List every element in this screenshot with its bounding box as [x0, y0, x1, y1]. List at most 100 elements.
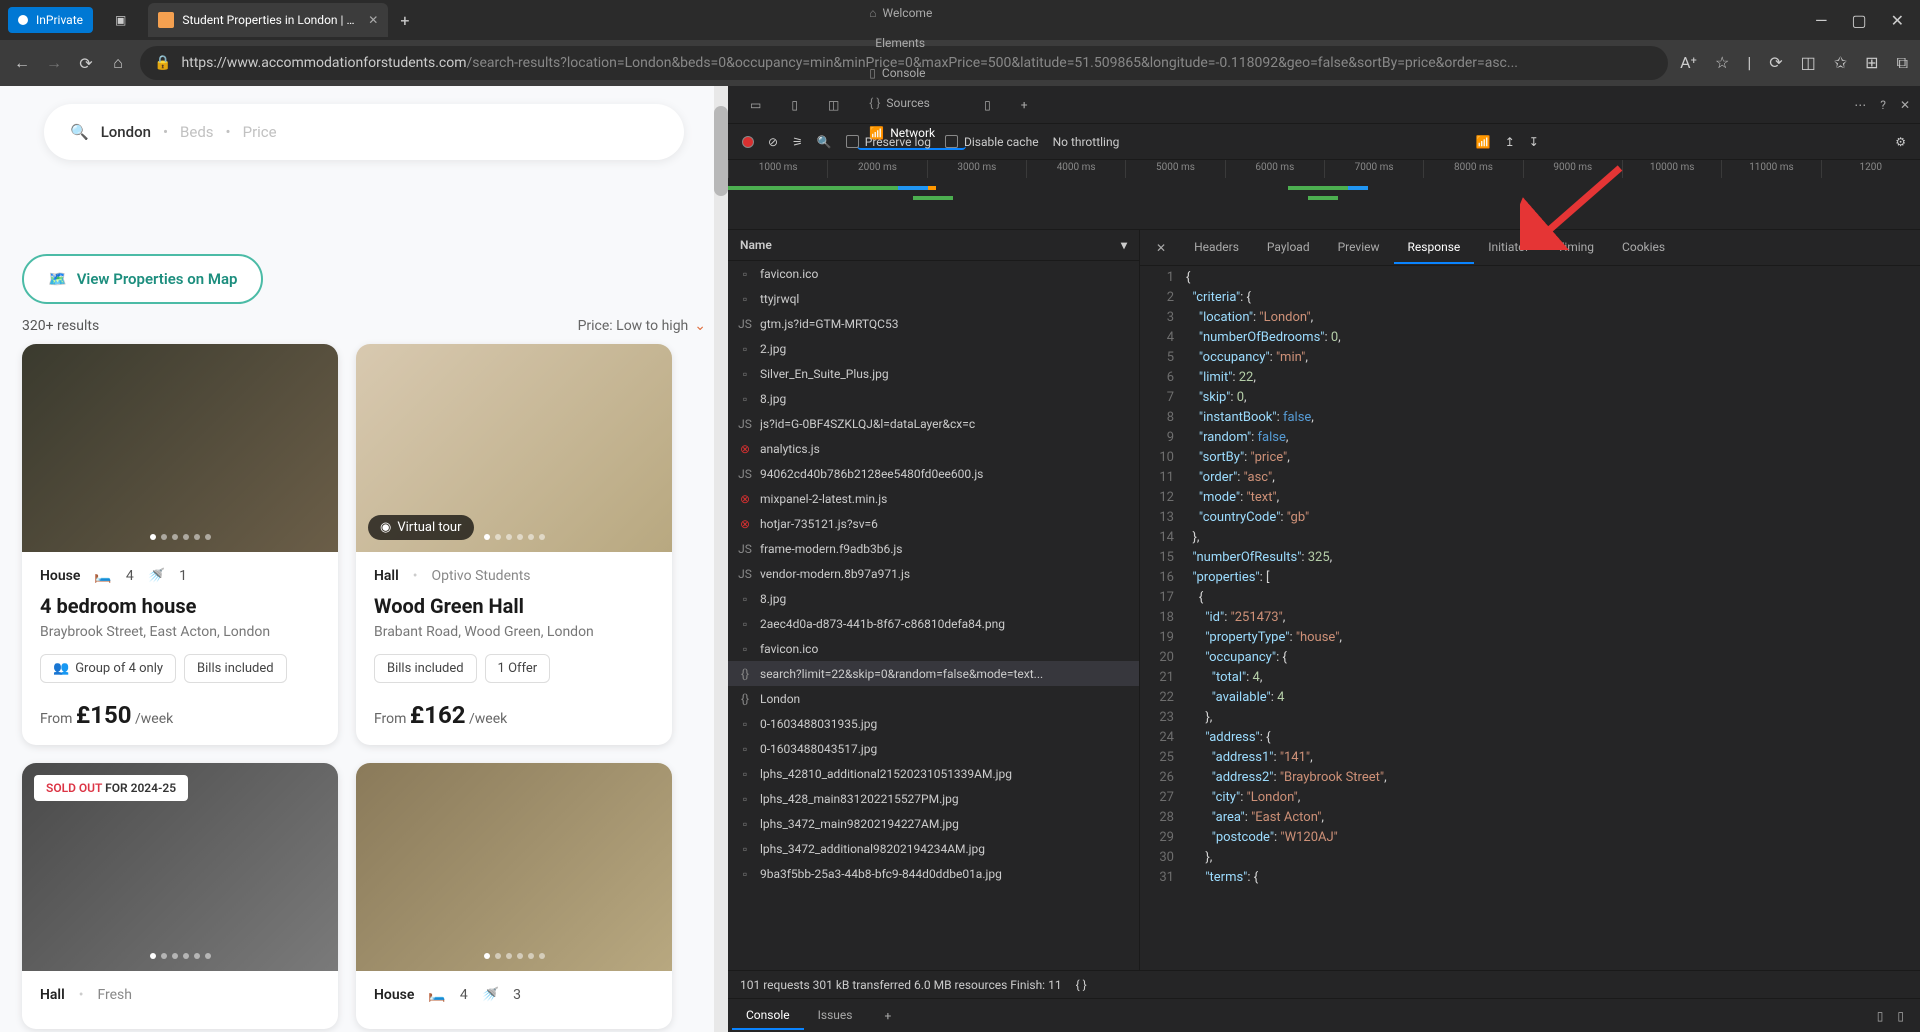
filter-icon[interactable]: ⚞ [792, 135, 803, 149]
request-row[interactable]: JS94062cd40b786b2128ee5480fd0ee600.js [728, 461, 1139, 486]
request-row[interactable]: JSframe-modern.f9adb3b6.js [728, 536, 1139, 561]
network-timeline[interactable]: 1000 ms2000 ms3000 ms4000 ms5000 ms6000 … [728, 160, 1920, 230]
request-row[interactable]: ▫lphs_42810_additional21520231051339AM.j… [728, 761, 1139, 786]
request-row[interactable]: JSgtm.js?id=GTM-MRTQC53 [728, 311, 1139, 336]
inprivate-badge[interactable]: InPrivate [8, 7, 93, 33]
record-button[interactable] [742, 136, 754, 148]
throttling-dropdown[interactable]: No throttling [1053, 135, 1120, 149]
devtools-tab-elements[interactable]: Elements [857, 28, 966, 58]
clear-button[interactable]: ⊘ [768, 135, 778, 149]
request-row[interactable]: ▫favicon.ico [728, 261, 1139, 286]
property-card[interactable]: House 🛏️4 🚿1 4 bedroom house Braybrook S… [22, 344, 338, 745]
request-row[interactable]: {}London [728, 686, 1139, 711]
browser-tab-active[interactable]: Student Properties in London | Ac ✕ [148, 3, 388, 37]
request-row[interactable]: {}search?limit=22&skip=0&random=false&mo… [728, 661, 1139, 686]
favorites-icon[interactable]: ✩ [1834, 53, 1847, 73]
extensions-icon[interactable]: ⧉ [1897, 53, 1908, 73]
search-icon[interactable]: 🔍 [817, 135, 832, 149]
drawer-icon-1[interactable]: ▯ [1877, 1009, 1884, 1023]
add-tab-icon[interactable]: + [1009, 90, 1040, 120]
devtools-tabbar: ▭ ▯ ◫ ⌂ Welcome Elements▯ Console{ } Sou… [728, 86, 1920, 124]
collections-icon[interactable]: ⊞ [1865, 53, 1878, 73]
view-map-button[interactable]: 🗺️ View Properties on Map [22, 254, 263, 304]
disable-cache-checkbox[interactable]: Disable cache [945, 135, 1039, 149]
request-row[interactable]: ▫0-1603488031935.jpg [728, 711, 1139, 736]
devtools-tab-console[interactable]: ▯ Console [857, 58, 966, 88]
request-row[interactable]: ▫lphs_3472_additional98202194234AM.jpg [728, 836, 1139, 861]
wifi-icon[interactable]: 📶 [1476, 135, 1491, 149]
request-row[interactable]: ▫Silver_En_Suite_Plus.jpg [728, 361, 1139, 386]
read-aloud-icon[interactable]: A⁺ [1680, 53, 1697, 73]
property-photo[interactable]: SOLD OUT FOR 2024-25 [22, 763, 338, 971]
detail-tab-timing[interactable]: Timing [1543, 232, 1608, 264]
settings-gear-icon[interactable]: ⚙ [1895, 135, 1906, 149]
page-scrollbar[interactable] [714, 86, 728, 1032]
request-row[interactable]: JSvendor-modern.8b97a971.js [728, 561, 1139, 586]
detail-tab-payload[interactable]: Payload [1253, 232, 1324, 264]
sync-icon[interactable]: ⟳ [1769, 53, 1782, 73]
workspaces-icon[interactable]: ▣ [105, 3, 136, 37]
sort-dropdown[interactable]: Price: Low to high ⌄ [578, 318, 706, 334]
property-photo[interactable] [356, 763, 672, 971]
refresh-button[interactable]: ⟳ [76, 54, 96, 73]
close-tab-icon[interactable]: ✕ [368, 13, 378, 27]
maximize-button[interactable]: ▢ [1851, 11, 1866, 30]
property-photo[interactable]: ◉Virtual tour [356, 344, 672, 552]
request-row[interactable]: ▫8.jpg [728, 586, 1139, 611]
devtools-tab-welcome[interactable]: ⌂ Welcome [857, 0, 966, 28]
detail-tab-preview[interactable]: Preview [1324, 232, 1394, 264]
inspect-icon[interactable]: ▭ [738, 90, 773, 120]
request-row[interactable]: JSjs?id=G-0BF4SZKLQJ&l=dataLayer&cx=c [728, 411, 1139, 436]
help-icon[interactable]: ? [1880, 98, 1886, 112]
err-icon: ⊗ [738, 492, 752, 506]
name-header[interactable]: Name [740, 238, 772, 252]
close-window-button[interactable]: ✕ [1891, 11, 1904, 30]
request-row[interactable]: ▫favicon.ico [728, 636, 1139, 661]
img-icon: ▫ [738, 717, 752, 731]
device-icon[interactable]: ▯ [779, 90, 810, 120]
request-row[interactable]: ▫2.jpg [728, 336, 1139, 361]
drawer-icon-2[interactable]: ▯ [1897, 1009, 1904, 1023]
timeline-tick: 11000 ms [1721, 160, 1820, 178]
add-drawer-tab[interactable]: + [870, 1003, 905, 1029]
upload-icon[interactable]: ↥ [1505, 135, 1515, 149]
split-icon[interactable]: ◫ [1801, 53, 1816, 73]
close-detail-icon[interactable]: ✕ [1146, 241, 1176, 255]
home-button[interactable]: ⌂ [108, 53, 128, 73]
request-row[interactable]: ⊗mixpanel-2-latest.min.js [728, 486, 1139, 511]
minimize-button[interactable]: — [1815, 11, 1828, 30]
property-card[interactable]: House 🛏️4 🚿3 [356, 763, 672, 1029]
column-menu-icon[interactable]: ▾ [1121, 238, 1127, 252]
download-icon[interactable]: ↧ [1529, 135, 1539, 149]
request-row[interactable]: ▫2aec4d0a-d873-441b-8f67-c86810defa84.pn… [728, 611, 1139, 636]
virtual-tour-badge[interactable]: ◉Virtual tour [368, 515, 474, 540]
request-row[interactable]: ▫0-1603488043517.jpg [728, 736, 1139, 761]
more-tabs-icon[interactable]: ▯ [972, 90, 1003, 120]
detail-tab-initiator[interactable]: Initiator [1474, 232, 1543, 264]
favorite-icon[interactable]: ☆ [1715, 53, 1729, 73]
request-row[interactable]: ⊗analytics.js [728, 436, 1139, 461]
property-photo[interactable] [22, 344, 338, 552]
response-body[interactable]: 1{2 "criteria": {3 "location": "London",… [1140, 266, 1920, 970]
more-icon[interactable]: ⋯ [1854, 98, 1866, 112]
detail-tab-response[interactable]: Response [1394, 232, 1475, 264]
drawer-tab-issues[interactable]: Issues [804, 1002, 867, 1030]
request-row[interactable]: ▫ttyjrwql [728, 286, 1139, 311]
property-card[interactable]: SOLD OUT FOR 2024-25 Hall • Fresh [22, 763, 338, 1029]
drawer-tab-console[interactable]: Console [732, 1002, 804, 1030]
devtools-tab-sources[interactable]: { } Sources [857, 88, 966, 118]
property-card[interactable]: ◉Virtual tour Hall • Optivo Students Woo… [356, 344, 672, 745]
new-tab-button[interactable]: + [400, 11, 409, 30]
detail-tab-cookies[interactable]: Cookies [1608, 232, 1679, 264]
request-row[interactable]: ⊗hotjar-735121.js?sv=6 [728, 511, 1139, 536]
search-pill[interactable]: 🔍 London • Beds • Price [44, 104, 684, 160]
back-button[interactable]: ← [12, 53, 32, 73]
detail-tab-headers[interactable]: Headers [1180, 232, 1253, 264]
close-devtools-icon[interactable]: ✕ [1900, 98, 1910, 112]
dock-icon[interactable]: ◫ [816, 90, 851, 120]
request-row[interactable]: ▫lphs_3472_main98202194227AM.jpg [728, 811, 1139, 836]
preserve-log-checkbox[interactable]: Preserve log [846, 135, 931, 149]
request-row[interactable]: ▫8.jpg [728, 386, 1139, 411]
request-row[interactable]: ▫lphs_428_main831202215527PM.jpg [728, 786, 1139, 811]
request-row[interactable]: ▫9ba3f5bb-25a3-44b8-bfc9-844d0ddbe01a.jp… [728, 861, 1139, 886]
